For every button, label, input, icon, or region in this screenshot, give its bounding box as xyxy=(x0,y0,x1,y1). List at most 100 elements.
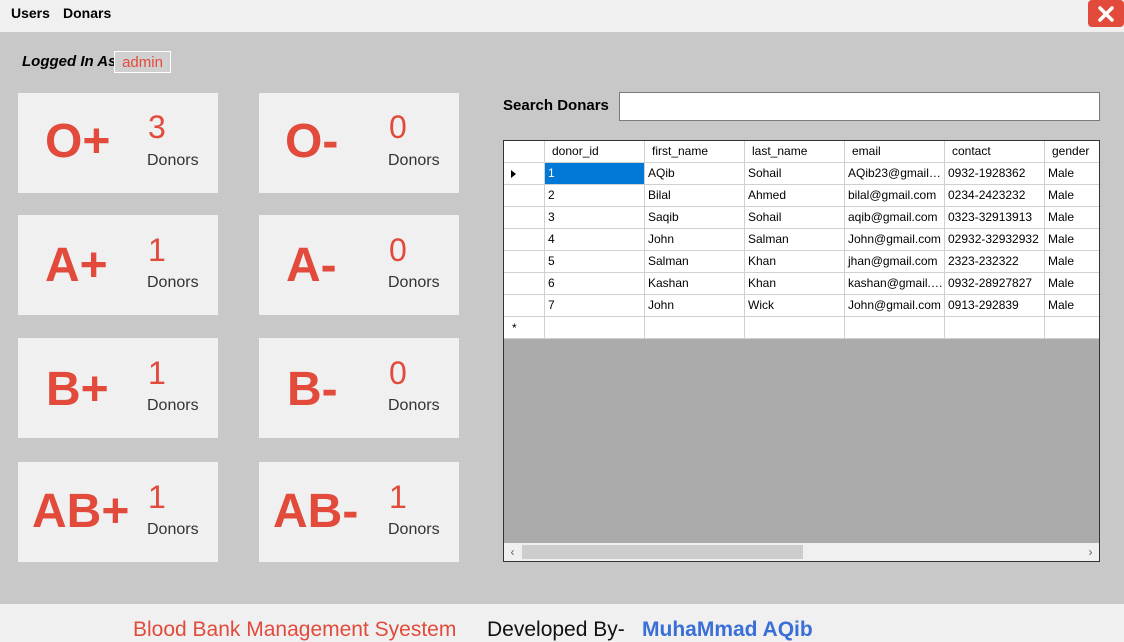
table-cell[interactable]: Ahmed xyxy=(745,185,845,207)
table-cell[interactable]: Male xyxy=(1045,163,1099,185)
card-a-positive: A+ 1 Donors xyxy=(18,215,218,315)
column-header[interactable]: first_name xyxy=(645,141,745,163)
table-cell[interactable]: 3 xyxy=(545,207,645,229)
scroll-left-icon[interactable]: ‹ xyxy=(504,543,521,561)
current-row-indicator-icon xyxy=(511,170,516,178)
table-cell[interactable]: Bilal xyxy=(645,185,745,207)
donors-label: Donors xyxy=(147,152,199,169)
menu-users[interactable]: Users xyxy=(9,5,52,21)
table-cell[interactable]: jhan@gmail.com xyxy=(845,251,945,273)
table-cell[interactable]: 2323-232322 xyxy=(945,251,1045,273)
table-cell[interactable]: Sohail xyxy=(745,163,845,185)
table-cell[interactable]: 5 xyxy=(545,251,645,273)
scroll-right-icon[interactable]: › xyxy=(1082,543,1099,561)
table-cell[interactable]: 6 xyxy=(545,273,645,295)
table-cell[interactable]: John@gmail.com xyxy=(845,295,945,317)
table-cell[interactable]: AQib23@gmail.c... xyxy=(845,163,945,185)
row-header[interactable]: * xyxy=(504,317,545,339)
donor-count: 0 xyxy=(389,109,407,145)
table-cell[interactable] xyxy=(745,317,845,339)
search-input[interactable] xyxy=(619,92,1100,121)
table-row[interactable]: 7 John Wick John@gmail.com 0913-292839 M… xyxy=(504,295,1099,317)
search-label: Search Donars xyxy=(503,97,609,114)
table-cell[interactable]: Wick xyxy=(745,295,845,317)
table-row[interactable]: 1 AQib Sohail AQib23@gmail.c... 0932-192… xyxy=(504,163,1099,185)
blood-group-label: A- xyxy=(286,239,337,292)
donors-label: Donors xyxy=(147,521,199,538)
table-cell[interactable] xyxy=(845,317,945,339)
donor-count: 3 xyxy=(148,109,166,145)
table-cell[interactable] xyxy=(945,317,1045,339)
table-cell[interactable]: Male xyxy=(1045,273,1099,295)
table-cell[interactable]: Male xyxy=(1045,229,1099,251)
table-cell[interactable]: Salman xyxy=(745,229,845,251)
table-cell[interactable]: John xyxy=(645,229,745,251)
row-header[interactable] xyxy=(504,229,545,251)
table-cell[interactable] xyxy=(1045,317,1099,339)
blood-group-label: AB+ xyxy=(32,485,130,538)
card-b-negative: B- 0 Donors xyxy=(259,338,459,438)
column-header[interactable]: last_name xyxy=(745,141,845,163)
table-cell[interactable]: 1 xyxy=(545,163,645,185)
table-cell[interactable] xyxy=(645,317,745,339)
donors-label: Donors xyxy=(388,521,440,538)
column-header[interactable]: contact xyxy=(945,141,1045,163)
card-o-negative: O- 0 Donors xyxy=(259,93,459,193)
donor-count: 0 xyxy=(389,232,407,268)
table-cell[interactable]: Saqib xyxy=(645,207,745,229)
row-header[interactable] xyxy=(504,295,545,317)
table-cell[interactable]: Sohail xyxy=(745,207,845,229)
table-cell[interactable]: 2 xyxy=(545,185,645,207)
table-cell[interactable]: Male xyxy=(1045,207,1099,229)
table-cell[interactable]: kashan@gmail.c... xyxy=(845,273,945,295)
table-cell[interactable]: John xyxy=(645,295,745,317)
table-cell[interactable]: bilal@gmail.com xyxy=(845,185,945,207)
table-cell[interactable]: aqib@gmail.com xyxy=(845,207,945,229)
table-cell[interactable]: 0323-32913913 xyxy=(945,207,1045,229)
card-ab-positive: AB+ 1 Donors xyxy=(18,462,218,562)
table-cell[interactable]: 7 xyxy=(545,295,645,317)
table-row[interactable]: 6 Kashan Khan kashan@gmail.c... 0932-289… xyxy=(504,273,1099,295)
table-cell[interactable]: 02932-32932932 xyxy=(945,229,1045,251)
table-cell[interactable]: Khan xyxy=(745,251,845,273)
table-cell[interactable]: Male xyxy=(1045,185,1099,207)
table-cell[interactable]: 0932-28927827 xyxy=(945,273,1045,295)
column-header[interactable]: email xyxy=(845,141,945,163)
table-row[interactable]: 2 Bilal Ahmed bilal@gmail.com 0234-24232… xyxy=(504,185,1099,207)
donors-grid[interactable]: donor_id first_name last_name email cont… xyxy=(503,140,1100,562)
donors-label: Donors xyxy=(388,152,440,169)
row-header[interactable] xyxy=(504,207,545,229)
table-cell[interactable]: Male xyxy=(1045,295,1099,317)
scroll-thumb[interactable] xyxy=(522,545,803,559)
close-icon xyxy=(1098,5,1114,22)
column-header[interactable]: donor_id xyxy=(545,141,645,163)
table-cell[interactable]: Khan xyxy=(745,273,845,295)
donors-label: Donors xyxy=(388,274,440,291)
table-row[interactable]: 5 Salman Khan jhan@gmail.com 2323-232322… xyxy=(504,251,1099,273)
table-row[interactable]: 3 Saqib Sohail aqib@gmail.com 0323-32913… xyxy=(504,207,1099,229)
card-b-positive: B+ 1 Donors xyxy=(18,338,218,438)
new-row[interactable]: * xyxy=(504,317,1099,339)
blood-group-label: O+ xyxy=(45,115,111,168)
table-cell[interactable]: Kashan xyxy=(645,273,745,295)
row-header[interactable] xyxy=(504,163,545,185)
table-cell[interactable]: 0932-1928362 xyxy=(945,163,1045,185)
table-cell[interactable]: 0913-292839 xyxy=(945,295,1045,317)
table-cell[interactable]: 4 xyxy=(545,229,645,251)
table-cell[interactable]: John@gmail.com xyxy=(845,229,945,251)
table-cell[interactable]: 0234-2423232 xyxy=(945,185,1045,207)
row-header[interactable] xyxy=(504,251,545,273)
row-header[interactable] xyxy=(504,185,545,207)
table-row[interactable]: 4 John Salman John@gmail.com 02932-32932… xyxy=(504,229,1099,251)
table-cell[interactable]: AQib xyxy=(645,163,745,185)
close-button[interactable] xyxy=(1088,0,1124,27)
menu-donars[interactable]: Donars xyxy=(61,5,113,21)
column-header[interactable]: gender xyxy=(1045,141,1099,163)
table-cell[interactable]: Salman xyxy=(645,251,745,273)
horizontal-scrollbar[interactable]: ‹ › xyxy=(504,543,1099,561)
row-header-corner xyxy=(504,141,545,163)
donors-label: Donors xyxy=(147,397,199,414)
table-cell[interactable]: Male xyxy=(1045,251,1099,273)
table-cell[interactable] xyxy=(545,317,645,339)
row-header[interactable] xyxy=(504,273,545,295)
